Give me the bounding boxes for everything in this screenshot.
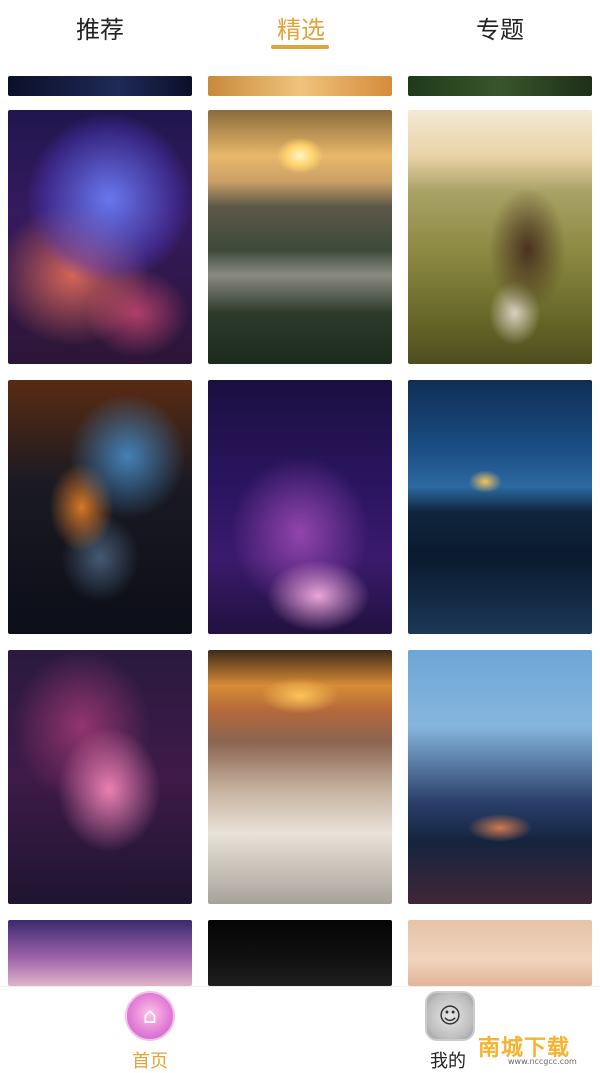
- thumbnail-dark-plant[interactable]: [208, 920, 392, 986]
- thumbnail-nebula-purple[interactable]: [8, 110, 192, 364]
- thumbnail-orion-nebula[interactable]: [8, 650, 192, 904]
- profile-icon: ☺: [425, 991, 475, 1041]
- thumbnail-sunset-waves[interactable]: [208, 650, 392, 904]
- watermark-url: www.nccgcc.com: [508, 1057, 577, 1066]
- thumbnail-nebula-blue-orange[interactable]: [8, 380, 192, 634]
- thumbnail-city-skyline[interactable]: [408, 650, 592, 904]
- thumbnail-pink-flower[interactable]: [408, 920, 592, 986]
- watermark: 南城下载 www.nccgcc.com: [478, 1030, 596, 1066]
- tab-recommend[interactable]: 推荐: [76, 10, 124, 45]
- top-tab-bar: 推荐 精选 专题: [0, 0, 600, 72]
- thumbnail[interactable]: [208, 76, 392, 96]
- nav-home[interactable]: ⌂ 首页: [110, 991, 190, 1073]
- thumbnail-basilica-dusk[interactable]: [8, 920, 192, 986]
- tab-topics[interactable]: 专题: [476, 10, 524, 45]
- tab-featured[interactable]: 精选: [277, 10, 325, 45]
- thumbnail[interactable]: [408, 76, 592, 96]
- active-tab-indicator: [271, 45, 329, 49]
- thumbnail-castle-island-dusk[interactable]: [408, 380, 592, 634]
- home-icon: ⌂: [125, 991, 175, 1041]
- thumbnail-sunrise-valley[interactable]: [208, 110, 392, 364]
- thumbnail-galaxy-purple[interactable]: [208, 380, 392, 634]
- nav-home-label: 首页: [132, 1051, 168, 1072]
- thumbnail[interactable]: [8, 76, 192, 96]
- wallpaper-gallery[interactable]: [0, 72, 600, 986]
- thumbnail-girl-field[interactable]: [408, 110, 592, 364]
